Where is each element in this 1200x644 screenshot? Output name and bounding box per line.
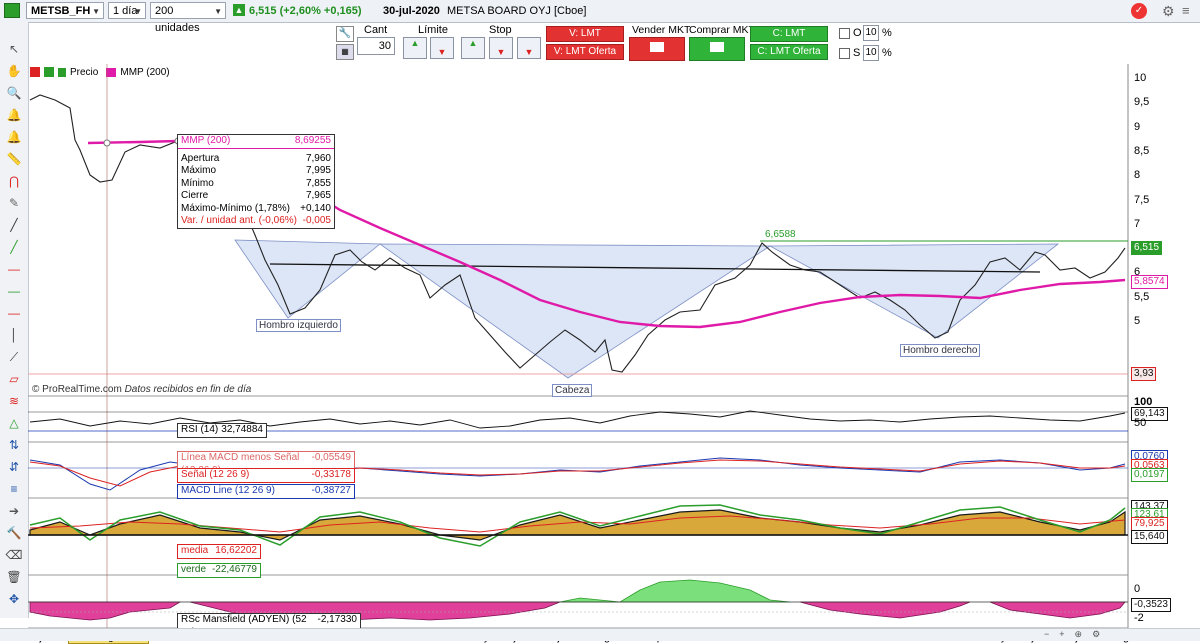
price-tick: 8,5 bbox=[1134, 145, 1150, 157]
price-tick: 8 bbox=[1134, 169, 1141, 181]
tooltip-row: Máximo 7,995 bbox=[181, 165, 331, 176]
settings-small-icon[interactable]: ⚙ bbox=[1092, 629, 1100, 640]
tooltip-mmp-label: MMP (200) bbox=[181, 135, 231, 146]
macd-tag: 0,0197 bbox=[1131, 468, 1168, 482]
rsi-label-box: RSI (14) 32,74884 bbox=[177, 423, 267, 438]
last-price-tag: 6,515 bbox=[1131, 241, 1163, 255]
zoom-fit-icon[interactable]: ⊕ bbox=[1075, 629, 1083, 640]
verde-box: verde -22,46779 bbox=[177, 563, 261, 578]
macd-signal-box: Señal (12 26 9) -0,33178 bbox=[177, 468, 355, 483]
cabeza-label: Cabeza bbox=[552, 384, 593, 397]
credit-text: © ProRealTime.com Datos recibidos en fin… bbox=[32, 384, 252, 395]
rsc-area-pos bbox=[559, 579, 791, 603]
price-tick: 5,5 bbox=[1134, 291, 1150, 303]
media-box: media 16,62202 bbox=[177, 544, 261, 559]
bottom-scrollbar[interactable] bbox=[0, 628, 1200, 641]
mmp-tag: 5,8574 bbox=[1131, 275, 1168, 289]
media-tag: 79,925 bbox=[1131, 517, 1168, 531]
tooltip-mmp-value: 8,69255 bbox=[294, 135, 331, 146]
media-tag: 15,640 bbox=[1131, 530, 1168, 544]
price-tick: 5 bbox=[1134, 315, 1141, 327]
pattern-left-shoulder bbox=[234, 239, 382, 319]
tooltip-row: Máximo-Mínimo (1,78%) +0,140 bbox=[181, 202, 331, 214]
price-tooltip: MMP (200) 8,69255 Apertura 7,960 Máximo 7,9… bbox=[177, 134, 335, 229]
peak-label: 6,6588 bbox=[765, 229, 796, 240]
rsi-label: RSI (14) bbox=[181, 424, 219, 435]
zoom-controls[interactable]: − + ⊕ ⚙ bbox=[1044, 628, 1194, 640]
zoom-in-icon[interactable]: + bbox=[1059, 629, 1064, 639]
price-tick: 9,5 bbox=[1134, 96, 1150, 108]
hombro-izquierdo-label: Hombro izquierdo bbox=[256, 319, 341, 332]
zoom-out-icon[interactable]: − bbox=[1044, 629, 1049, 639]
tooltip-row: Mínimo 7,855 bbox=[181, 177, 331, 189]
tooltip-var-row: Var. / unidad ant. (-0,06%) -0,005 bbox=[181, 215, 331, 226]
macd-line-box: MACD Line (12 26 9) -0,38727 bbox=[177, 484, 355, 499]
price-tick: 10 bbox=[1134, 72, 1147, 84]
price-tick: 7 bbox=[1134, 218, 1141, 230]
hombro-derecho-label: Hombro derecho bbox=[900, 344, 981, 357]
price-tick: 9 bbox=[1134, 121, 1141, 133]
price-tick: 7,5 bbox=[1134, 194, 1150, 206]
rsc-axis-neg: -2 bbox=[1134, 612, 1144, 624]
rsi-axis-mid: 50 bbox=[1134, 417, 1147, 429]
low-tag: 3,93 bbox=[1131, 367, 1157, 381]
rsc-tag: -0,3523 bbox=[1131, 598, 1171, 612]
rsi-value: 32,74884 bbox=[221, 424, 263, 435]
tooltip-row: Apertura 7,960 bbox=[181, 152, 331, 164]
tooltip-row: Cierre 7,965 bbox=[181, 190, 331, 201]
rsc-axis-zero: 0 bbox=[1134, 583, 1141, 595]
cursor-marker bbox=[103, 139, 111, 147]
